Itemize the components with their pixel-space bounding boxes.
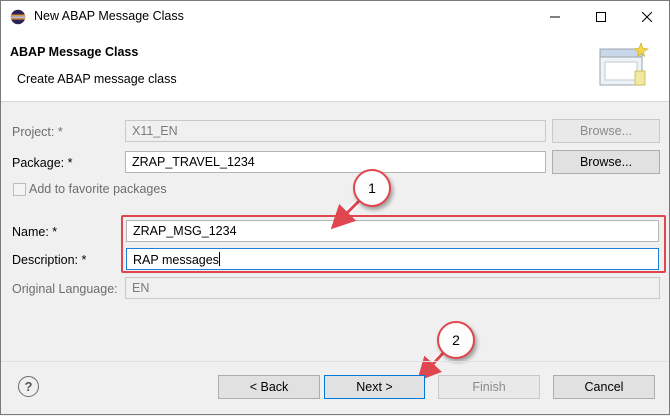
callout-1: 1 [353,169,391,207]
favorite-label: Add to favorite packages [29,182,167,196]
window-title: New ABAP Message Class [34,9,184,23]
annotation-highlight-box [121,215,666,273]
close-button[interactable] [624,1,670,32]
project-field[interactable]: X11_EN [125,120,546,142]
name-label: Name: * [12,225,58,239]
wizard-title: ABAP Message Class [10,45,139,59]
minimize-button[interactable] [532,1,578,32]
help-icon[interactable]: ? [18,376,39,397]
wizard-subtitle: Create ABAP message class [17,72,177,86]
back-button[interactable]: < Back [218,375,320,399]
button-bar-separator [1,361,669,362]
language-field[interactable]: EN [125,277,660,299]
project-label: Project: * [12,125,63,139]
callout-2: 2 [437,321,475,359]
finish-button[interactable]: Finish [438,375,540,399]
next-button[interactable]: Next > [324,375,425,399]
package-label: Package: * [12,156,73,170]
language-label: Original Language: [12,282,118,296]
description-label: Description: * [12,253,87,267]
package-field[interactable]: ZRAP_TRAVEL_1234 [125,151,546,173]
package-browse-button[interactable]: Browse... [552,150,660,174]
close-icon [642,11,652,22]
dialog-window: New ABAP Message Class ABAP Message Clas… [0,0,670,415]
favorite-checkbox[interactable] [13,183,26,196]
title-bar: New ABAP Message Class [1,1,669,32]
eclipse-icon [10,9,26,25]
maximize-button[interactable] [578,1,624,32]
wizard-header: ABAP Message Class Create ABAP message c… [1,32,669,102]
maximize-icon [596,11,606,22]
minimize-icon [550,16,560,17]
project-browse-button[interactable]: Browse... [552,119,660,143]
cancel-button[interactable]: Cancel [553,375,655,399]
wizard-banner-icon [599,42,649,86]
